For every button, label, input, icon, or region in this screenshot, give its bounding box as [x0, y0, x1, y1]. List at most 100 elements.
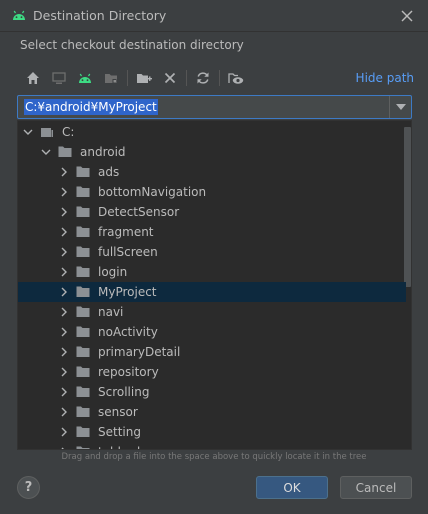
tree-row-label: MyProject — [98, 285, 157, 299]
tree-row[interactable]: android — [18, 142, 406, 162]
chevron-right-icon[interactable] — [58, 386, 70, 398]
directory-tree[interactable]: C: android ads bottomNavigation DetectSensor… — [17, 120, 412, 450]
folder-icon — [76, 446, 90, 449]
folder-icon — [76, 366, 90, 377]
tree-row-label: navi — [98, 305, 124, 319]
tree-row[interactable]: MyProject — [18, 282, 406, 302]
module-icon — [105, 74, 117, 83]
cancel-button[interactable]: Cancel — [340, 476, 412, 499]
desktop-button[interactable] — [46, 66, 72, 90]
chevron-right-icon[interactable] — [58, 226, 70, 238]
tree-row-label: fullScreen — [98, 245, 158, 259]
toolbar — [20, 66, 249, 90]
tree-row[interactable]: navi — [18, 302, 406, 322]
tree-row[interactable]: DetectSensor — [18, 202, 406, 222]
show-hidden-icon — [228, 73, 244, 84]
title-bar: Destination Directory — [0, 0, 428, 32]
folder-icon — [76, 266, 90, 277]
folder-icon — [76, 386, 90, 397]
chevron-right-icon[interactable] — [58, 286, 70, 298]
tree-row[interactable]: noActivity — [18, 322, 406, 342]
tree-row[interactable]: Scrolling — [18, 382, 406, 402]
path-dropdown-button[interactable] — [389, 96, 411, 118]
path-input[interactable]: C:¥android¥MyProject — [24, 99, 158, 115]
tree-row[interactable]: ads — [18, 162, 406, 182]
drive-icon — [41, 128, 53, 137]
tree-row-label: Setting — [98, 425, 141, 439]
show-hidden-button[interactable] — [223, 66, 249, 90]
tree-row-label: login — [98, 265, 128, 279]
tree-row-label: DetectSensor — [98, 205, 180, 219]
tree-row[interactable]: Setting — [18, 422, 406, 442]
chevron-right-icon[interactable] — [58, 426, 70, 438]
toolbar-separator — [219, 70, 220, 86]
android-icon — [13, 10, 25, 20]
android-project-icon — [79, 73, 91, 83]
tree-row[interactable]: login — [18, 262, 406, 282]
chevron-right-icon[interactable] — [58, 326, 70, 338]
tree-row-label: tabbed — [98, 445, 140, 449]
chevron-down-icon[interactable] — [40, 146, 52, 158]
chevron-right-icon[interactable] — [58, 246, 70, 258]
chevron-right-icon[interactable] — [58, 306, 70, 318]
tree-row[interactable]: primaryDetail — [18, 342, 406, 362]
tree-row[interactable]: tabbed — [18, 442, 406, 450]
tree-row-label: repository — [98, 365, 159, 379]
folder-icon — [76, 326, 90, 337]
toolbar-separator — [186, 70, 187, 86]
android-project-button[interactable] — [72, 66, 98, 90]
toolbar-separator — [127, 70, 128, 86]
folder-icon — [76, 166, 90, 177]
refresh-icon — [197, 72, 209, 84]
tree-row-label: Scrolling — [98, 385, 150, 399]
chevron-right-icon[interactable] — [58, 346, 70, 358]
chevron-down-icon[interactable] — [22, 126, 34, 138]
tree-row[interactable]: C: — [18, 122, 406, 142]
tree-row-label: bottomNavigation — [98, 185, 207, 199]
chevron-right-icon[interactable] — [58, 366, 70, 378]
tree-row[interactable]: fragment — [18, 222, 406, 242]
folder-icon — [76, 286, 90, 297]
tree-row-label: C: — [62, 125, 75, 139]
tree-row-label: noActivity — [98, 325, 158, 339]
path-combobox[interactable]: C:¥android¥MyProject — [17, 95, 412, 119]
tree-row-label: primaryDetail — [98, 345, 181, 359]
folder-icon — [76, 346, 90, 357]
tree-row[interactable]: sensor — [18, 402, 406, 422]
new-folder-icon — [137, 74, 152, 83]
home-button[interactable] — [20, 66, 46, 90]
new-folder-button[interactable] — [131, 66, 157, 90]
folder-icon — [58, 146, 72, 157]
chevron-right-icon[interactable] — [58, 166, 70, 178]
help-button[interactable]: ? — [17, 476, 40, 499]
window-title: Destination Directory — [33, 8, 167, 23]
desktop-icon — [52, 72, 66, 84]
tree-row[interactable]: fullScreen — [18, 242, 406, 262]
delete-button[interactable] — [157, 66, 183, 90]
chevron-right-icon[interactable] — [58, 266, 70, 278]
tree-row-label: fragment — [98, 225, 154, 239]
home-icon — [27, 72, 39, 84]
folder-icon — [76, 186, 90, 197]
folder-icon — [76, 306, 90, 317]
chevron-right-icon[interactable] — [58, 186, 70, 198]
delete-icon — [164, 72, 176, 84]
module-button[interactable] — [98, 66, 124, 90]
folder-icon — [76, 426, 90, 437]
tree-row[interactable]: repository — [18, 362, 406, 382]
hide-path-link[interactable]: Hide path — [356, 71, 414, 85]
tree-row-label: ads — [98, 165, 120, 179]
tree-row-label: android — [80, 145, 126, 159]
chevron-down-icon — [395, 104, 406, 110]
chevron-right-icon[interactable] — [58, 446, 70, 450]
close-icon[interactable] — [398, 7, 416, 25]
tree-row[interactable]: bottomNavigation — [18, 182, 406, 202]
chevron-right-icon[interactable] — [58, 206, 70, 218]
folder-icon — [76, 206, 90, 217]
tree-row-label: sensor — [98, 405, 138, 419]
ok-button[interactable]: OK — [256, 476, 328, 499]
folder-icon — [76, 246, 90, 257]
chevron-right-icon[interactable] — [58, 406, 70, 418]
folder-icon — [76, 406, 90, 417]
refresh-button[interactable] — [190, 66, 216, 90]
